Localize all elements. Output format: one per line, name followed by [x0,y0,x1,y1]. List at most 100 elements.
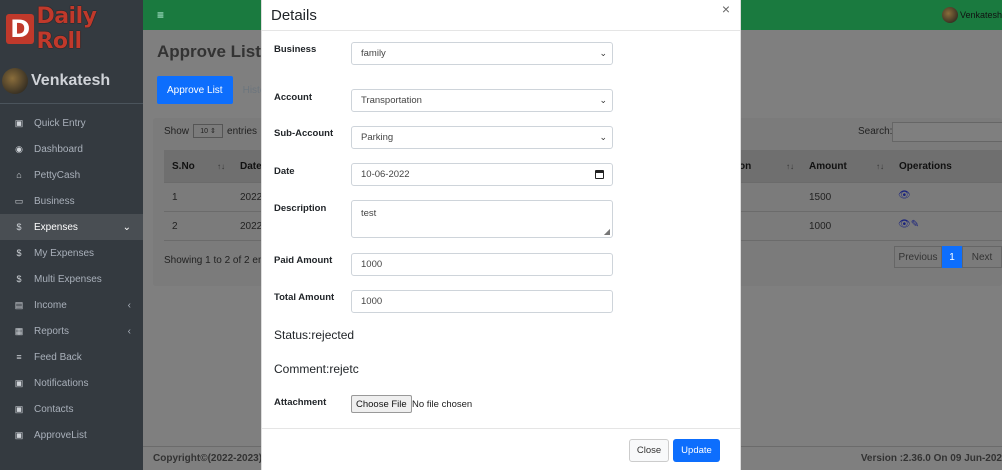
chevron-down-icon: ⌄ [599,95,607,105]
sidebar-item-label: Quick Entry [34,117,86,129]
subaccount-value: Parking [361,132,394,143]
comment-text: Comment:rejetc [274,362,359,376]
sidebar-item-reports[interactable]: ▦ Reports ‹ [0,318,143,344]
choose-file-button[interactable]: Choose File [351,395,412,413]
file-status: No file chosen [412,399,473,410]
modal-title: Details [271,6,317,24]
update-button[interactable]: Update [673,439,720,462]
search-label: Search: [858,126,893,137]
sidebar-item-notifications[interactable]: ▣ Notifications [0,370,143,396]
pagination: Previous 1 Next [894,246,1002,268]
cell-date: 2022 [240,192,263,203]
description-textarea[interactable]: test ◢ [351,200,613,238]
view-edit-icons[interactable]: 👁✎ [898,219,919,230]
sidebar-item-label: Feed Back [34,351,82,363]
show-label: Show [164,125,190,137]
sidebar-item-label: Contacts [34,403,74,415]
search-input[interactable] [892,122,1002,142]
top-avatar [941,7,958,23]
nav-icon: ▦ [14,325,24,336]
sidebar-item-business[interactable]: ▭ Business [0,188,143,214]
description-value: test [361,208,377,219]
sidebar-item-pettycash[interactable]: ⌂ PettyCash [0,162,143,188]
logo-icon: D [6,14,35,44]
sidebar-item-label: Multi Expenses [34,273,102,285]
business-select[interactable]: family ⌄ [351,42,613,65]
nav-icon: ▣ [14,429,24,440]
pager-page-1[interactable]: 1 [942,246,962,268]
sidebar-item-dashboard[interactable]: ◉ Dashboard [0,136,143,162]
avatar [2,67,28,94]
nav-icon: ◉ [15,143,23,154]
resize-grip-icon[interactable]: ◢ [604,227,610,236]
close-button[interactable]: Close [629,439,669,462]
nav-icon: ▭ [14,195,24,206]
sidebar-item-label: Reports [34,325,70,337]
entries-label: entries [227,125,258,137]
th-amount[interactable]: Amount [809,161,847,172]
paid-amount-input[interactable]: 1000 [351,253,613,276]
account-value: Transportation [361,95,422,106]
brand[interactable]: D Daily Roll [0,0,143,58]
date-label: Date [274,166,295,177]
nav-icon: ▤ [14,299,24,310]
date-value: 10-06-2022 [361,169,410,180]
nav-icon: ▣ [14,377,24,388]
sidebar-item-label: ApproveList [34,429,87,441]
sidebar-item-label: My Expenses [34,247,95,259]
sidebar-item-approvelist[interactable]: ▣ ApproveList [0,422,143,448]
account-label: Account [274,92,312,103]
sidebar-item-quick-entry[interactable]: ▣ Quick Entry [0,110,143,136]
copyright: Copyright©(2022-2023) [153,453,263,464]
user-panel[interactable]: Venkatesh [0,58,143,104]
page-length-value: 10 [200,127,208,135]
th-date[interactable]: Date [240,161,262,172]
paid-amount-label: Paid Amount [274,255,333,266]
top-user[interactable]: Venkatesh [941,7,1002,23]
total-amount-value: 1000 [361,296,383,307]
nav-icon: ⌂ [16,170,22,180]
cell-amount: 1500 [809,192,832,203]
sidebar-item-expenses[interactable]: $ Expenses ⌄ [0,214,143,240]
sort-icon: ↑↓ [217,161,225,171]
chevron-icon: ‹ [127,325,131,337]
sidebar-item-label: PettyCash [34,169,81,181]
sidebar-item-income[interactable]: ▤ Income ‹ [0,292,143,318]
subaccount-select[interactable]: Parking ⌄ [351,126,613,149]
chevron-icon: ‹ [127,299,131,311]
business-value: family [361,48,386,59]
user-name: Venkatesh [31,71,111,89]
length-control: Show 10 ⇕ entries [164,124,257,138]
sidebar-item-my-expenses[interactable]: $ My Expenses [0,240,143,266]
chevron-down-icon: ⌄ [599,48,607,58]
th-operations[interactable]: Operations [899,161,952,172]
sidebar-item-label: Expenses [34,221,78,233]
sidebar-item-label: Business [34,195,75,207]
subaccount-label: Sub-Account [274,128,334,139]
chevron-icon: ⌄ [122,221,131,233]
sidebar-item-contacts[interactable]: ▣ Contacts [0,396,143,422]
pager-previous[interactable]: Previous [894,246,942,268]
calendar-icon[interactable] [595,170,604,179]
sidebar-item-multi-expenses[interactable]: $ Multi Expenses [0,266,143,292]
account-select[interactable]: Transportation ⌄ [351,89,613,112]
nav-icon: $ [16,274,22,284]
nav-icon: ▣ [14,117,24,128]
tab-approve-list[interactable]: Approve List [157,76,233,104]
close-icon[interactable]: × [722,1,730,17]
th-sno[interactable]: S.No [172,161,195,172]
view-icon[interactable]: 👁 [898,190,911,201]
modal-footer: Close Update [262,428,740,470]
brand-name: Daily Roll [36,4,97,54]
attachment-label: Attachment [274,397,327,408]
sidebar-item-feed-back[interactable]: ≡ Feed Back [0,344,143,370]
version: Version :2.36.0 On 09 Jun-202 [860,453,1002,464]
sidebar-item-label: Income [34,299,67,311]
date-input[interactable]: 10-06-2022 [351,163,613,186]
sort-icon: ↑↓ [786,161,794,171]
pager-next[interactable]: Next [962,246,1002,268]
page-length-select[interactable]: 10 ⇕ [193,124,224,138]
total-amount-input[interactable]: 1000 [351,290,613,313]
top-user-name: Venkatesh [959,10,1002,20]
menu-toggle-icon[interactable]: ≡ [157,8,164,22]
